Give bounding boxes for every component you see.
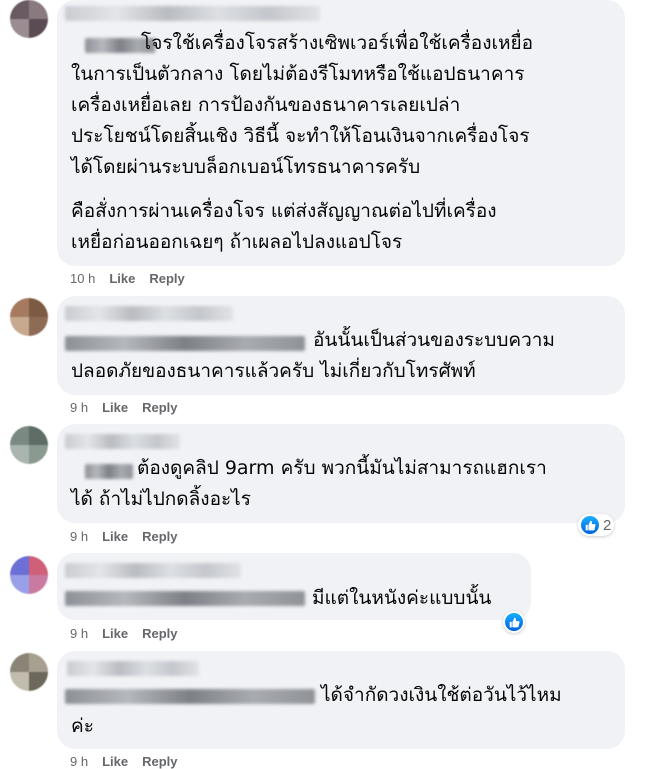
- comment-actions: 9 h Like Reply: [70, 529, 192, 544]
- comment-text: ค่ะ: [71, 715, 94, 737]
- comment-text: เครื่องเหยื่อเลย การป้องกันของธนาคารเลยเ…: [71, 94, 461, 116]
- blurred-mention: [65, 689, 315, 704]
- like-button[interactable]: Like: [102, 754, 128, 769]
- comment-bubble: ต้องดูคลิป 9arm ครับ พวกนี้มันไม่สามารถแ…: [57, 424, 625, 523]
- like-button[interactable]: Like: [102, 626, 128, 641]
- comment-actions: 10 h Like Reply: [70, 271, 199, 286]
- comment-bubble: อันนั้นเป็นส่วนของระบบความ ปลอดภัยของธนา…: [57, 296, 625, 395]
- blurred-author-name: [65, 434, 180, 449]
- reaction-number: 2: [603, 516, 612, 534]
- comment-actions: 9 h Like Reply: [70, 754, 192, 769]
- avatar[interactable]: [10, 298, 48, 336]
- comment-timestamp[interactable]: 9 h: [70, 400, 88, 415]
- avatar[interactable]: [10, 0, 48, 38]
- reply-button[interactable]: Reply: [142, 529, 177, 544]
- comment-bubble: โจรใช้เครื่องโจรสร้างเซิพเวอร์เพื่อใช้เค…: [57, 0, 625, 266]
- like-button[interactable]: Like: [102, 529, 128, 544]
- comment-text: ได้โดยผ่านระบบล็อกเบอน์โทรธนาคารครับ: [71, 156, 421, 178]
- comment-text: ได้ ถ้าไม่ไปกดลิ้งอะไร: [71, 488, 251, 510]
- reply-button[interactable]: Reply: [142, 626, 177, 641]
- reply-button[interactable]: Reply: [149, 271, 184, 286]
- blurred-author-name: [65, 306, 233, 321]
- comment-actions: 9 h Like Reply: [70, 626, 192, 641]
- blurred-author-name: [65, 6, 320, 21]
- comment-text: อันนั้นเป็นส่วนของระบบความ: [313, 329, 555, 351]
- comment-bubble: ได้จำกัดวงเงินใช้ต่อวันไว้ไหม ค่ะ: [57, 651, 625, 749]
- comment-timestamp[interactable]: 9 h: [70, 754, 88, 769]
- avatar[interactable]: [10, 653, 48, 691]
- comment-text: ได้จำกัดวงเงินใช้ต่อวันไว้ไหม: [321, 684, 562, 706]
- comment-text: โจรใช้เครื่องโจรสร้างเซิพเวอร์เพื่อใช้เค…: [141, 32, 534, 54]
- comment-text: ปลอดภัยของธนาคารแล้วครับ ไม่เกี่ยวกับโทร…: [71, 360, 476, 382]
- reply-button[interactable]: Reply: [142, 400, 177, 415]
- thumbs-up-icon: [505, 613, 523, 631]
- blurred-mention: [65, 591, 305, 606]
- comment-timestamp[interactable]: 9 h: [70, 529, 88, 544]
- reply-button[interactable]: Reply: [142, 754, 177, 769]
- comment-bubble: มีแต่ในหนังค่ะแบบนั้น: [57, 553, 531, 620]
- comment-text: ในการเป็นตัวกลาง โดยไม่ต้องรีโมทหรือใช้แ…: [71, 63, 525, 85]
- avatar[interactable]: [10, 426, 48, 464]
- like-button[interactable]: Like: [102, 400, 128, 415]
- blurred-mention: [65, 336, 305, 351]
- comment-actions: 9 h Like Reply: [70, 400, 192, 415]
- thumbs-up-icon: [581, 516, 599, 534]
- reaction-count[interactable]: [503, 611, 525, 633]
- comment-text: เหยื่อก่อนออกเฉยๆ ถ้าเผลอไปลงแอปโจร: [71, 231, 403, 253]
- reaction-count[interactable]: 2: [578, 514, 615, 536]
- comment-text: มีแต่ในหนังค่ะแบบนั้น: [312, 587, 492, 609]
- comment-text: คือสั่งการผ่านเครื่องโจร แต่ส่งสัญญาณต่อ…: [71, 200, 497, 222]
- blurred-author-name: [67, 661, 199, 676]
- avatar[interactable]: [10, 556, 48, 594]
- comment-text: ต้องดูคลิป 9arm ครับ พวกนี้มันไม่สามารถแ…: [137, 457, 547, 479]
- like-button[interactable]: Like: [109, 271, 135, 286]
- blurred-mention: [85, 464, 133, 479]
- comment-text: ประโยชน์โดยสิ้นเชิง วิธีนี้ จะทำให้โอนเง…: [71, 125, 530, 147]
- blurred-author-name: [65, 563, 241, 578]
- comment-timestamp[interactable]: 10 h: [70, 271, 95, 286]
- comment-timestamp[interactable]: 9 h: [70, 626, 88, 641]
